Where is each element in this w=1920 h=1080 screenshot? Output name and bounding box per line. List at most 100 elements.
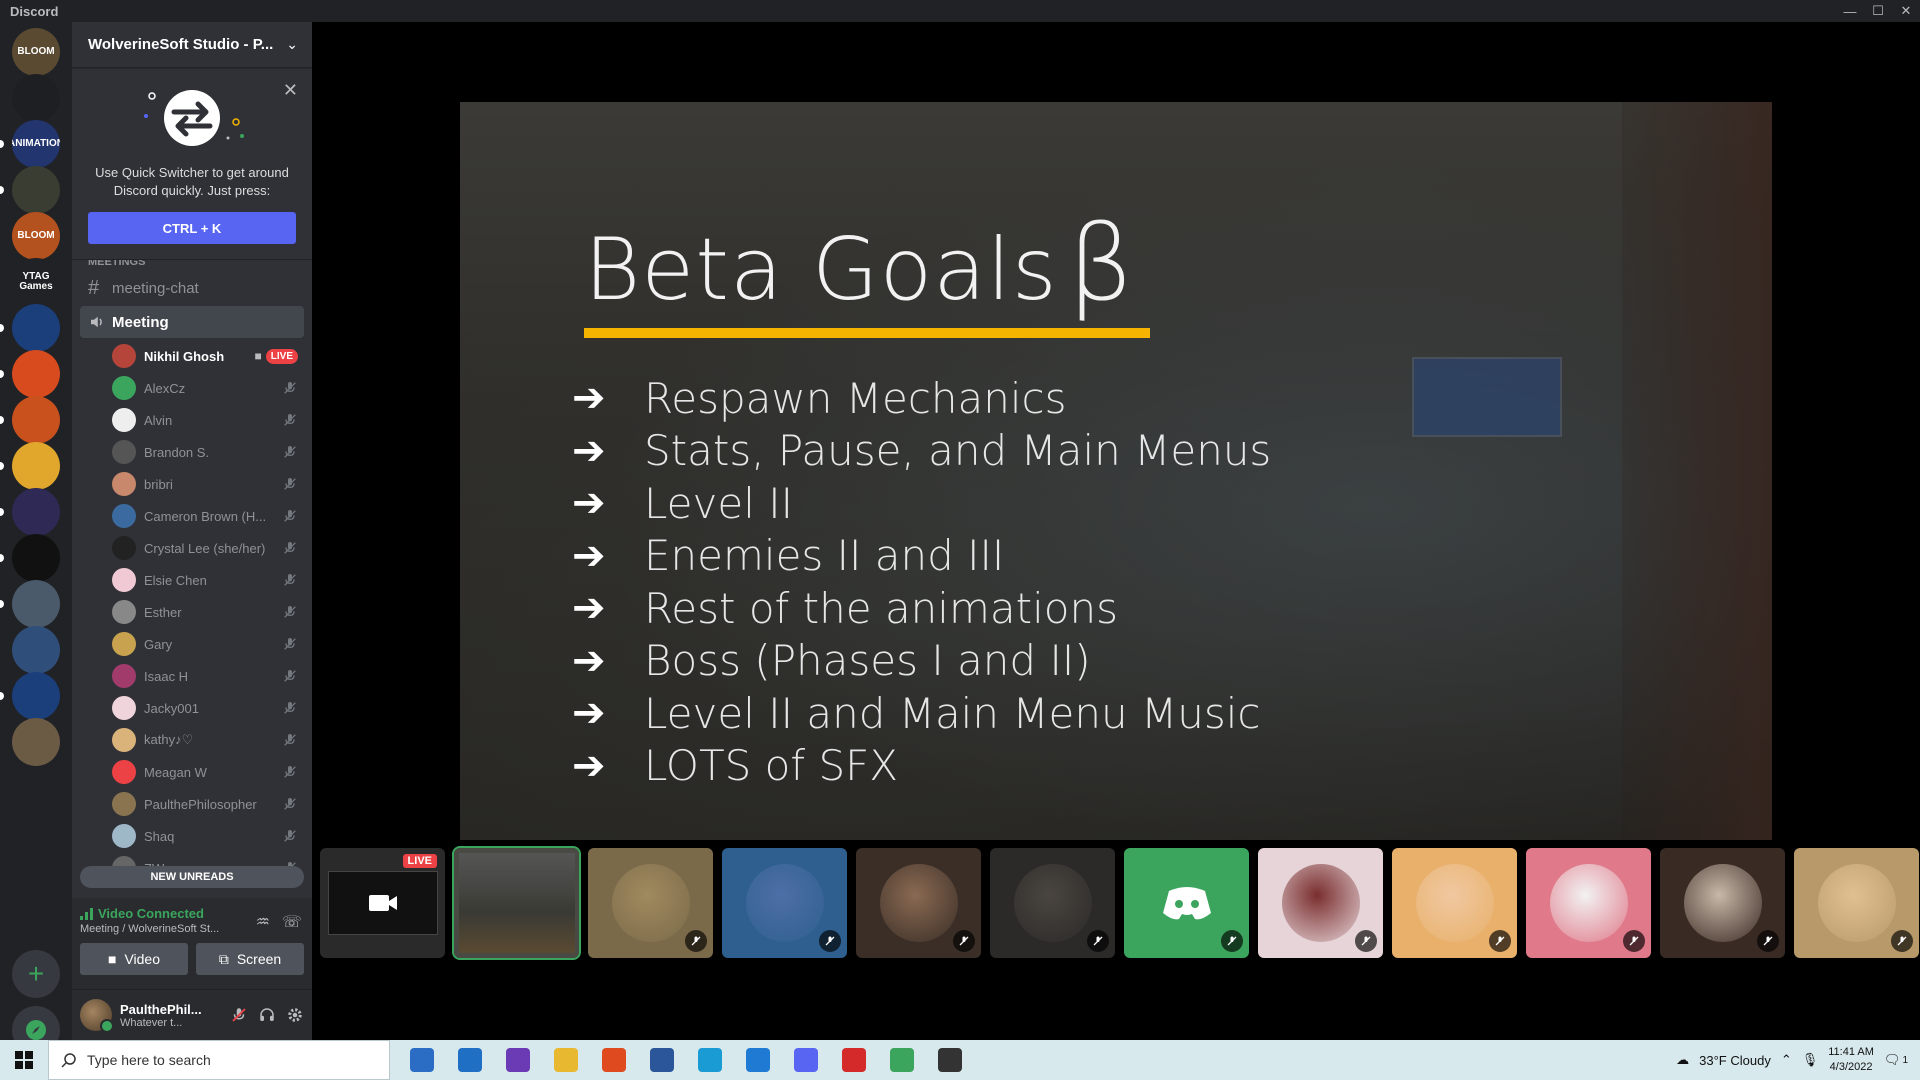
obs-app-button[interactable]: [926, 1040, 974, 1080]
server-icon[interactable]: [12, 442, 60, 490]
notification-icon[interactable]: 🗨: [1884, 1052, 1901, 1068]
avatar: [112, 728, 136, 752]
close-window-button[interactable]: ✕: [1892, 0, 1920, 22]
server-icon[interactable]: [12, 304, 60, 352]
microphone-muted-icon: [282, 380, 298, 396]
server-icon[interactable]: [12, 626, 60, 674]
server-icon[interactable]: [12, 534, 60, 582]
headphones-icon[interactable]: [258, 1006, 276, 1024]
mail-app-button[interactable]: [446, 1040, 494, 1080]
participant-tile[interactable]: [588, 848, 713, 958]
avatar[interactable]: [80, 999, 114, 1033]
chevron-up-icon[interactable]: ⌃: [1781, 1052, 1792, 1068]
server-icon[interactable]: [12, 74, 60, 122]
voice-member[interactable]: Esther: [108, 596, 304, 628]
goal-text: Stats, Pause, and Main Menus: [644, 426, 1272, 476]
video-button[interactable]: ■ Video: [80, 943, 188, 975]
voice-member[interactable]: Jacky001: [108, 692, 304, 724]
maximize-button[interactable]: ☐: [1864, 0, 1892, 22]
voice-member[interactable]: Gary: [108, 628, 304, 660]
unread-pip: [0, 140, 4, 148]
chrome-app-button[interactable]: [878, 1040, 926, 1080]
server-icon[interactable]: [12, 488, 60, 536]
participant-tile[interactable]: [856, 848, 981, 958]
windows-taskbar: Type here to search ☁ 33°F Cloudy ⌃ 🎙 11…: [0, 1040, 1920, 1080]
podcast-app-button[interactable]: [494, 1040, 542, 1080]
live-badge: LIVE: [265, 348, 298, 364]
server-icon[interactable]: [12, 396, 60, 444]
minimize-button[interactable]: —: [1836, 0, 1864, 22]
server-icon[interactable]: YTAG Games: [12, 258, 60, 306]
voice-member[interactable]: Meagan W: [108, 756, 304, 788]
discord-app-button[interactable]: [782, 1040, 830, 1080]
explorer-app-button[interactable]: [542, 1040, 590, 1080]
microphone-icon[interactable]: 🎙: [1802, 1052, 1819, 1068]
avatar: [112, 824, 136, 848]
voice-member[interactable]: bribri: [108, 468, 304, 500]
screen-share-button[interactable]: ⧉ Screen: [196, 943, 304, 975]
voice-member[interactable]: AlexCz: [108, 372, 304, 404]
shared-screen-slide[interactable]: Beta Goalsβ ➔ Respawn Mechanics ➔ Stats, Pa…: [460, 102, 1772, 840]
participant-tile[interactable]: [1794, 848, 1919, 958]
microphone-muted-icon: [282, 764, 298, 780]
compass-icon: [26, 1020, 46, 1040]
explorer-icon: [554, 1048, 578, 1072]
voice-member[interactable]: Brandon S.: [108, 436, 304, 468]
server-icon[interactable]: BLOOM: [12, 212, 60, 260]
quick-switcher-shortcut-button[interactable]: CTRL + K: [88, 212, 296, 244]
voice-member[interactable]: Shaq: [108, 820, 304, 852]
participant-tile[interactable]: [722, 848, 847, 958]
close-icon[interactable]: ✕: [283, 80, 298, 101]
server-icon[interactable]: [12, 672, 60, 720]
user-info[interactable]: PaulthePhil... Whatever t...: [120, 1002, 230, 1029]
voice-member[interactable]: kathy♪♡: [108, 724, 304, 756]
participant-tile[interactable]: [452, 846, 581, 960]
media-app-button[interactable]: [830, 1040, 878, 1080]
new-unreads-bar[interactable]: NEW UNREADS: [80, 866, 304, 888]
server-icon[interactable]: [12, 718, 60, 766]
unread-pip: [0, 462, 4, 470]
vscode-app-button[interactable]: [734, 1040, 782, 1080]
store-app-button[interactable]: [398, 1040, 446, 1080]
guild-header[interactable]: WolverineSoft Studio - P... ⌄: [72, 22, 312, 68]
office-app-button[interactable]: [590, 1040, 638, 1080]
voice-member[interactable]: Alvin: [108, 404, 304, 436]
gear-icon[interactable]: [286, 1006, 304, 1024]
server-icon[interactable]: ANIMATION: [12, 120, 60, 168]
participant-tile[interactable]: [1124, 848, 1249, 958]
weather[interactable]: 33°F Cloudy: [1699, 1053, 1771, 1068]
taskbar-search[interactable]: Type here to search: [48, 1040, 390, 1080]
noise-suppression-icon[interactable]: ♒: [256, 912, 270, 932]
server-icon[interactable]: BLOOM: [12, 28, 60, 76]
clock[interactable]: 11:41 AM 4/3/2022: [1828, 1045, 1874, 1075]
voice-member[interactable]: Cameron Brown (H...: [108, 500, 304, 532]
voice-member[interactable]: Isaac H: [108, 660, 304, 692]
disconnect-icon[interactable]: ☏: [282, 912, 302, 932]
word-app-button[interactable]: [638, 1040, 686, 1080]
channel-meeting-chat[interactable]: # meeting-chat: [80, 272, 304, 304]
participant-tile[interactable]: LIVE: [320, 848, 445, 958]
category-header[interactable]: MEETINGS: [72, 260, 312, 270]
server-icon[interactable]: [12, 580, 60, 628]
voice-member[interactable]: Crystal Lee (she/her): [108, 532, 304, 564]
search-icon: [61, 1053, 76, 1068]
vscode-icon: [746, 1048, 770, 1072]
microphone-muted-icon[interactable]: [230, 1006, 248, 1024]
participant-tile[interactable]: [1526, 848, 1651, 958]
edge-app-button[interactable]: [686, 1040, 734, 1080]
voice-status[interactable]: Video Connected: [98, 906, 204, 921]
voice-member[interactable]: PaulthePhilosopher: [108, 788, 304, 820]
participant-tile[interactable]: [1660, 848, 1785, 958]
participant-tile[interactable]: [990, 848, 1115, 958]
voice-member[interactable]: Nikhil Ghosh ■ LIVE: [108, 340, 304, 372]
member-name: Gary: [144, 636, 173, 652]
user-panel: PaulthePhil... Whatever t...: [72, 990, 312, 1040]
server-icon[interactable]: [12, 350, 60, 398]
add-server-button[interactable]: +: [12, 950, 60, 998]
participant-tile[interactable]: [1258, 848, 1383, 958]
voice-member[interactable]: Elsie Chen: [108, 564, 304, 596]
participant-tile[interactable]: [1392, 848, 1517, 958]
start-button[interactable]: [0, 1040, 48, 1080]
voice-channel-meeting[interactable]: Meeting: [80, 306, 304, 338]
server-icon[interactable]: [12, 166, 60, 214]
